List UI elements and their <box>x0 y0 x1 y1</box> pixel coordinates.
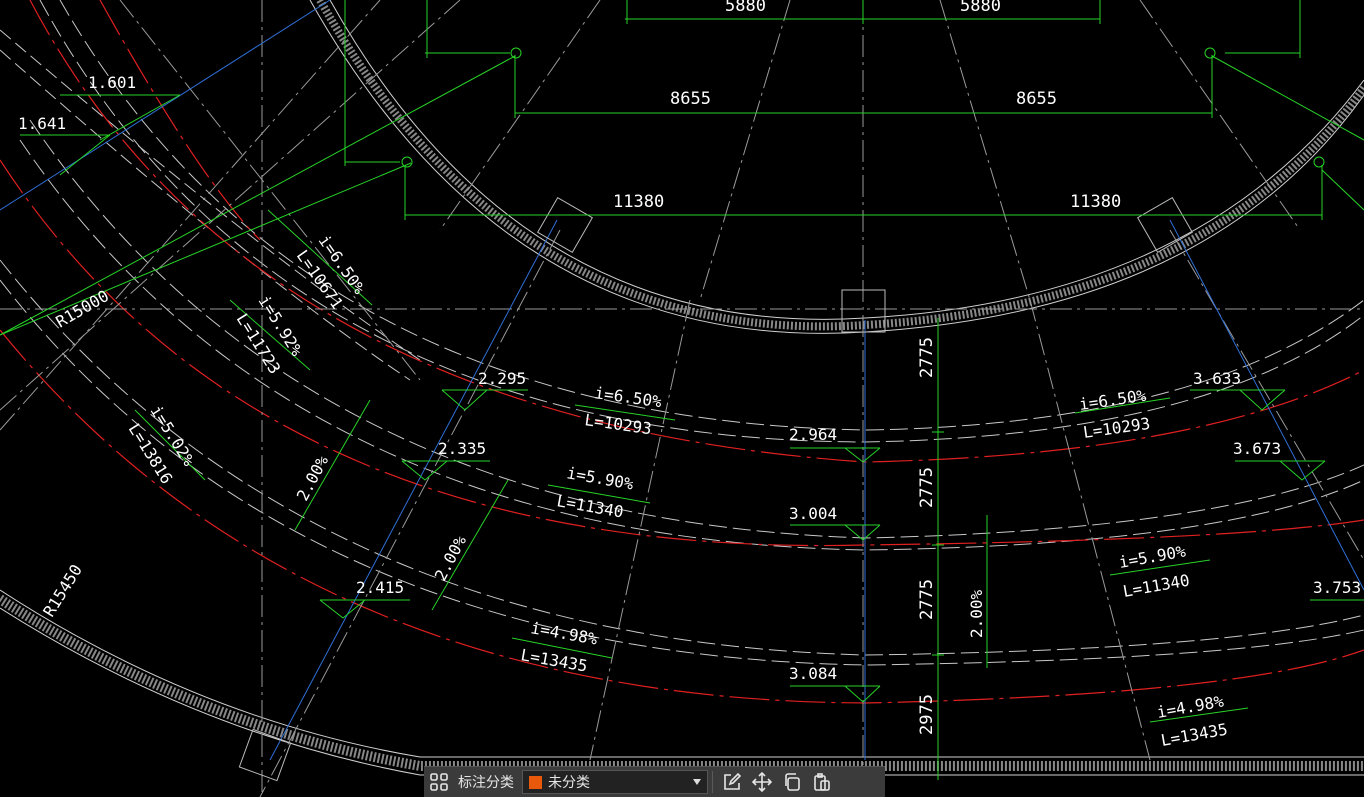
radius-15450: R15450 <box>39 561 86 620</box>
annotation-toolbar: 标注分类 未分类 <box>424 766 885 797</box>
slope-i-4: i=6.50% <box>593 383 663 411</box>
grid-icon[interactable] <box>424 767 454 797</box>
category-label: 标注分类 <box>458 774 514 790</box>
dim-8655-right: 8655 <box>1016 89 1057 109</box>
edit-icon[interactable] <box>717 767 747 797</box>
dim-5880-left: 5880 <box>725 0 766 16</box>
slope-l-8: L=11340 <box>1121 571 1191 601</box>
radial-grid <box>0 0 1364 797</box>
dimension-texts: 5880 5880 8655 8655 11380 11380 2775 277… <box>613 0 1121 735</box>
category-select[interactable]: 未分类 <box>522 770 708 794</box>
radius-texts: R15000 R15450 <box>39 286 112 620</box>
dim-2975: 2975 <box>917 694 937 735</box>
toolbar-divider <box>712 771 713 793</box>
elev-3673: 3.673 <box>1233 439 1281 458</box>
dim-11380-right: 11380 <box>1070 192 1121 212</box>
slope-l-5: L=11340 <box>555 491 625 521</box>
dim-2775-a: 2775 <box>917 337 937 378</box>
chevron-down-icon <box>693 779 701 785</box>
elev-1601: 1.601 <box>88 73 136 92</box>
slope-pct-1: 2.00% <box>293 452 333 504</box>
radius-15000: R15000 <box>53 286 113 331</box>
slope-i-8: i=5.90% <box>1117 541 1187 571</box>
blue-axes <box>0 0 1364 761</box>
elev-2295: 2.295 <box>478 369 526 388</box>
slope-l-7: L=10293 <box>1082 414 1151 442</box>
slope-i-5: i=5.90% <box>565 463 635 493</box>
category-color-swatch <box>529 775 542 789</box>
cad-drawing-canvas[interactable]: 5880 5880 8655 8655 11380 11380 2775 277… <box>0 0 1364 797</box>
elev-2415: 2.415 <box>356 578 404 597</box>
dim-11380-left: 11380 <box>613 192 664 212</box>
elev-1641: 1.641 <box>18 114 66 133</box>
elev-3753: 3.753 <box>1313 578 1361 597</box>
bottom-wall <box>0 589 1364 776</box>
dimension-lines <box>0 0 1364 780</box>
elev-2335: 2.335 <box>438 439 486 458</box>
dim-5880-right: 5880 <box>960 0 1001 16</box>
dim-2775-b: 2775 <box>917 467 937 508</box>
dim-8655-left: 8655 <box>670 89 711 109</box>
category-select-value: 未分类 <box>548 774 590 790</box>
elev-2964: 2.964 <box>789 425 837 444</box>
slope-l-9: L=13435 <box>1159 720 1229 750</box>
columns <box>238 196 1194 782</box>
slope-pct-3: 2.00% <box>967 589 986 638</box>
slope-i-7: i=6.50% <box>1078 386 1148 414</box>
elev-3084: 3.084 <box>789 664 837 683</box>
slope-l-6: L=13435 <box>519 645 589 675</box>
elev-3633: 3.633 <box>1193 369 1241 388</box>
move-icon[interactable] <box>747 767 777 797</box>
copy-icon[interactable] <box>777 767 807 797</box>
slope-i-9: i=4.98% <box>1155 691 1225 721</box>
dim-2775-c: 2775 <box>917 579 937 620</box>
slope-l-4: L=10293 <box>583 410 652 438</box>
slope-pct-2: 2.00% <box>431 532 471 584</box>
paste-icon[interactable] <box>807 767 837 797</box>
elev-3004: 3.004 <box>789 504 837 523</box>
